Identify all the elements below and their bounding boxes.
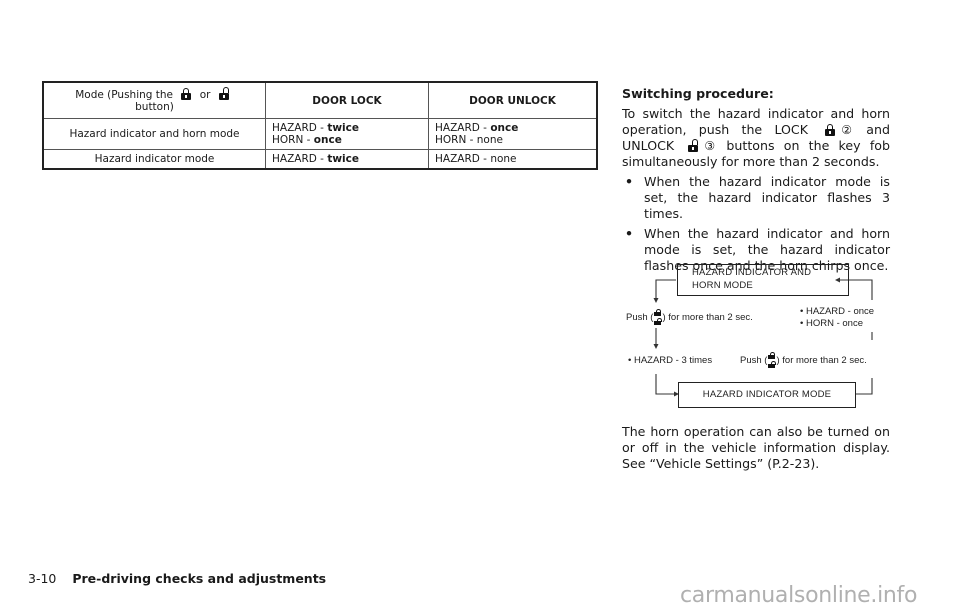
- cell-label: HAZARD -: [272, 153, 328, 165]
- left-note: • HAZARD - 3 times: [628, 355, 713, 366]
- watermark: carmanualsonline.info: [680, 583, 918, 608]
- mode-cell: Hazard indicator and horn mode: [42, 118, 266, 150]
- cell-label: HORN -: [272, 134, 314, 146]
- lock-icon: [181, 88, 192, 100]
- header-mode-or: or: [199, 89, 211, 101]
- list-item: • When the hazard indicator mode is set, …: [622, 174, 890, 222]
- table-header-row: Mode (Pushing the or button) DOOR LOCK D…: [42, 81, 598, 119]
- cell-value: twice: [327, 122, 359, 134]
- box-line: HORN MODE: [692, 279, 753, 291]
- door-lock-cell: HAZARD - twice HORN - once: [265, 118, 429, 150]
- cell-value: none: [490, 153, 517, 165]
- bullet-icon: •: [625, 174, 634, 189]
- door-unlock-cell: HAZARD - none: [428, 149, 598, 170]
- cell-value: once: [313, 134, 342, 146]
- header-mode-suffix: button): [135, 101, 174, 113]
- push-text: Push (: [626, 312, 654, 323]
- unlock-icon: [688, 139, 699, 152]
- table-row: Hazard indicator mode HAZARD - twice HAZ…: [42, 149, 598, 170]
- cell-label: HAZARD -: [272, 122, 328, 134]
- mode-switch-diagram: HAZARD INDICATOR AND HORN MODE Push ( ) f…: [622, 262, 890, 418]
- procedure-bullets: • When the hazard indicator mode is set, …: [622, 174, 890, 274]
- hazard-horn-mode-box: HAZARD INDICATOR AND HORN MODE: [677, 264, 849, 296]
- closing-paragraph: The horn operation can also be turned on…: [622, 424, 890, 471]
- header-door-lock: DOOR LOCK: [265, 81, 429, 119]
- left-push-instruction: Push ( ) for more than 2 sec.: [626, 309, 753, 326]
- cell-value: none: [476, 134, 503, 146]
- table-row: Hazard indicator and horn mode HAZARD - …: [42, 118, 598, 150]
- header-door-unlock: DOOR UNLOCK: [428, 81, 598, 119]
- note-horn: • HORN - once: [800, 318, 863, 329]
- arrow-line-right-bottom: [856, 378, 873, 395]
- section-title: Pre-driving checks and adjustments: [72, 571, 327, 586]
- push-text: ) for more than 2 sec.: [776, 355, 867, 366]
- lock-icon: [825, 124, 836, 136]
- cell-label: HORN -: [435, 134, 477, 146]
- hazard-mode-table: Mode (Pushing the or button) DOOR LOCK D…: [42, 81, 598, 170]
- header-mode: Mode (Pushing the or button): [42, 81, 266, 119]
- bullet-icon: •: [625, 226, 634, 241]
- right-notes: • HAZARD - once • HORN - once: [800, 306, 874, 330]
- note-hazard: • HAZARD - once: [800, 306, 875, 317]
- arrow-line-left-bottom: [655, 374, 674, 395]
- unlock-icon: [218, 87, 229, 100]
- page-number: 3-10: [28, 571, 57, 586]
- unlock-button-ref: ③: [704, 139, 716, 153]
- lock-unlock-icon: [768, 352, 777, 369]
- arrowhead-icon: [653, 298, 659, 303]
- mode-cell: Hazard indicator mode: [42, 149, 266, 170]
- right-push-instruction: Push ( ) for more than 2 sec.: [740, 352, 867, 369]
- cell-value: once: [490, 122, 519, 134]
- procedure-intro: To switch the hazard indicator and horn …: [622, 106, 890, 170]
- arrowhead-icon: [653, 344, 659, 349]
- switching-procedure-section: Switching procedure: To switch the hazar…: [622, 86, 890, 278]
- push-text: Push (: [740, 355, 768, 366]
- cell-value: twice: [327, 153, 359, 165]
- push-text: ) for more than 2 sec.: [662, 312, 753, 323]
- header-mode-prefix: Mode (Pushing the: [75, 89, 173, 101]
- lock-unlock-icon: [654, 309, 663, 326]
- lock-button-ref: ②: [841, 123, 853, 137]
- arrow-line-left-top: [655, 279, 676, 298]
- closing-section: The horn operation can also be turned on…: [622, 424, 890, 476]
- cell-label: HAZARD -: [435, 153, 491, 165]
- door-unlock-cell: HAZARD - once HORN - none: [428, 118, 598, 150]
- hazard-mode-box: HAZARD INDICATOR MODE: [678, 382, 856, 408]
- section-heading: Switching procedure:: [622, 86, 774, 101]
- bullet-text: When the hazard indicator mode is set, t…: [644, 174, 890, 221]
- page-footer: 3-10 Pre-driving checks and adjustments: [28, 571, 326, 586]
- box-line: HAZARD INDICATOR AND: [692, 267, 812, 278]
- door-lock-cell: HAZARD - twice: [265, 149, 429, 170]
- cell-label: HAZARD -: [435, 122, 491, 134]
